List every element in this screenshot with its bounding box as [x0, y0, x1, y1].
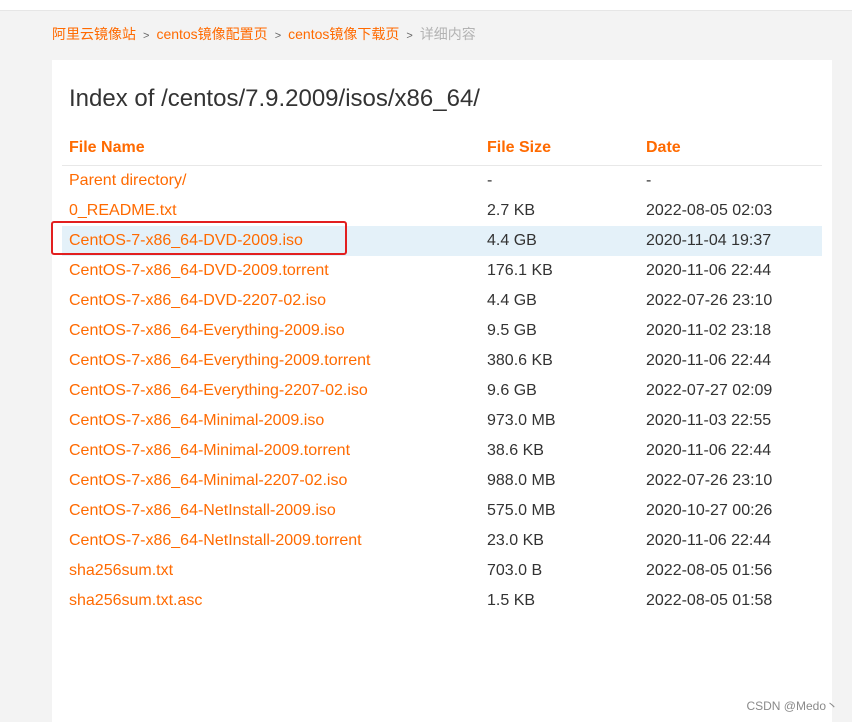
file-date: 2020-11-03 22:55: [646, 412, 772, 429]
file-date: 2020-11-02 23:18: [646, 322, 772, 339]
file-size: -: [487, 172, 493, 189]
file-link[interactable]: 0_README.txt: [69, 202, 177, 219]
column-header-file-size: File Size: [480, 130, 639, 166]
table-row: CentOS-7-x86_64-Minimal-2009.torrent 38.…: [62, 436, 822, 466]
column-header-file-name: File Name: [62, 130, 480, 166]
table-row: sha256sum.txt.asc 1.5 KB 2022-08-05 01:5…: [62, 586, 822, 616]
file-date: 2020-11-06 22:44: [646, 532, 772, 549]
file-link[interactable]: CentOS-7-x86_64-DVD-2009.iso: [69, 232, 303, 249]
file-index-panel: Index of /centos/7.9.2009/isos/x86_64/ F…: [52, 60, 832, 722]
table-row: Parent directory/ - -: [62, 166, 822, 197]
file-link[interactable]: CentOS-7-x86_64-NetInstall-2009.torrent: [69, 532, 362, 549]
file-table: File Name File Size Date Parent director…: [62, 130, 822, 616]
file-date: 2020-11-06 22:44: [646, 442, 772, 459]
file-date: 2022-07-26 23:10: [646, 292, 773, 309]
file-size: 38.6 KB: [487, 442, 544, 459]
breadcrumb-separator: >: [274, 30, 282, 42]
file-size: 9.6 GB: [487, 382, 537, 399]
table-row: 0_README.txt 2.7 KB 2022-08-05 02:03: [62, 196, 822, 226]
breadcrumb-item-centos-download[interactable]: centos镜像下载页: [288, 26, 399, 42]
breadcrumb: 阿里云镜像站 > centos镜像配置页 > centos镜像下载页 > 详细内容: [52, 24, 476, 46]
table-row: CentOS-7-x86_64-Minimal-2009.iso 973.0 M…: [62, 406, 822, 436]
table-row: CentOS-7-x86_64-Minimal-2207-02.iso 988.…: [62, 466, 822, 496]
file-link[interactable]: sha256sum.txt: [69, 562, 173, 579]
column-header-date: Date: [639, 130, 822, 166]
file-date: 2020-10-27 00:26: [646, 502, 773, 519]
table-row: CentOS-7-x86_64-DVD-2207-02.iso 4.4 GB 2…: [62, 286, 822, 316]
file-size: 4.4 GB: [487, 292, 537, 309]
file-size: 1.5 KB: [487, 592, 536, 609]
file-date: 2022-08-05 01:58: [646, 592, 773, 609]
file-link[interactable]: CentOS-7-x86_64-Minimal-2207-02.iso: [69, 472, 347, 489]
table-row: CentOS-7-x86_64-Everything-2009.iso 9.5 …: [62, 316, 822, 346]
watermark: CSDN @Medo丶: [746, 699, 838, 713]
file-size: 23.0 KB: [487, 532, 544, 549]
file-link[interactable]: CentOS-7-x86_64-DVD-2207-02.iso: [69, 292, 326, 309]
breadcrumb-separator: >: [406, 30, 413, 42]
file-link[interactable]: CentOS-7-x86_64-DVD-2009.torrent: [69, 262, 329, 279]
file-link[interactable]: CentOS-7-x86_64-Everything-2009.torrent: [69, 352, 371, 369]
file-link[interactable]: CentOS-7-x86_64-Everything-2009.iso: [69, 322, 345, 339]
table-row: CentOS-7-x86_64-Everything-2207-02.iso 9…: [62, 376, 822, 406]
file-link[interactable]: CentOS-7-x86_64-NetInstall-2009.iso: [69, 502, 336, 519]
breadcrumb-item-centos-config[interactable]: centos镜像配置页: [156, 26, 267, 42]
file-size: 703.0 B: [487, 562, 543, 579]
file-size: 988.0 MB: [487, 472, 556, 489]
table-row: CentOS-7-x86_64-Everything-2009.torrent …: [62, 346, 822, 376]
table-row-selected: CentOS-7-x86_64-DVD-2009.iso 4.4 GB 2020…: [62, 226, 822, 256]
file-date: 2020-11-06 22:44: [646, 262, 772, 279]
breadcrumb-separator: >: [143, 30, 150, 42]
file-link[interactable]: sha256sum.txt.asc: [69, 592, 202, 609]
file-date: 2022-07-26 23:10: [646, 472, 773, 489]
breadcrumb-item-aliyun-mirror[interactable]: 阿里云镜像站: [52, 26, 136, 42]
table-row: sha256sum.txt 703.0 B 2022-08-05 01:56: [62, 556, 822, 586]
top-bar: [0, 0, 852, 11]
file-date: 2022-07-27 02:09: [646, 382, 773, 399]
file-date: 2020-11-06 22:44: [646, 352, 772, 369]
table-row: CentOS-7-x86_64-NetInstall-2009.torrent …: [62, 526, 822, 556]
table-row: CentOS-7-x86_64-DVD-2009.torrent 176.1 K…: [62, 256, 822, 286]
file-date: 2022-08-05 01:56: [646, 562, 773, 579]
file-link[interactable]: CentOS-7-x86_64-Everything-2207-02.iso: [69, 382, 368, 399]
file-size: 2.7 KB: [487, 202, 536, 219]
file-size: 380.6 KB: [487, 352, 553, 369]
file-size: 9.5 GB: [487, 322, 537, 339]
table-header-row: File Name File Size Date: [62, 130, 822, 166]
file-size: 973.0 MB: [487, 412, 556, 429]
breadcrumb-current: 详细内容: [419, 26, 476, 42]
file-size: 4.4 GB: [480, 226, 639, 256]
file-date: 2022-08-05 02:03: [646, 202, 773, 219]
file-size: 176.1 KB: [487, 262, 553, 279]
file-date: -: [646, 172, 652, 189]
table-row: CentOS-7-x86_64-NetInstall-2009.iso 575.…: [62, 496, 822, 526]
file-link[interactable]: CentOS-7-x86_64-Minimal-2009.iso: [69, 412, 324, 429]
file-link[interactable]: CentOS-7-x86_64-Minimal-2009.torrent: [69, 442, 350, 459]
file-size: 575.0 MB: [487, 502, 556, 519]
file-link[interactable]: Parent directory/: [69, 172, 186, 189]
file-date: 2020-11-04 19:37: [639, 226, 822, 256]
page-title: Index of /centos/7.9.2009/isos/x86_64/: [69, 85, 480, 112]
